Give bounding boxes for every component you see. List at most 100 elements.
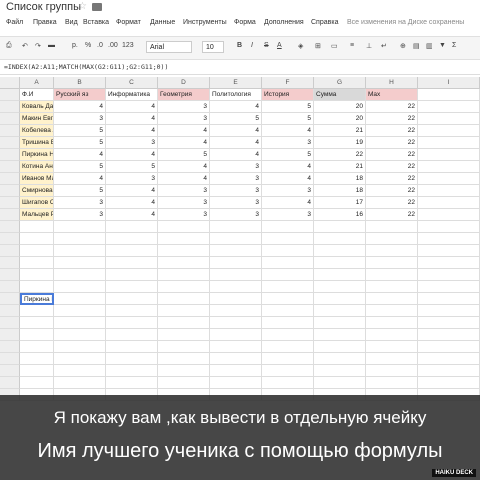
redo-icon[interactable]: ↷ [35,42,41,50]
cell[interactable] [314,245,366,257]
cell[interactable] [20,221,54,233]
cell[interactable] [158,257,210,269]
cell[interactable] [210,269,262,281]
value-cell[interactable]: 3 [210,197,262,209]
column-header-B[interactable]: B [54,77,106,89]
row-header[interactable] [0,89,20,101]
cell[interactable] [418,113,480,125]
folder-icon[interactable] [92,3,102,11]
row-header[interactable] [0,173,20,185]
cell[interactable] [262,269,314,281]
cell[interactable] [262,365,314,377]
value-cell[interactable]: 4 [106,185,158,197]
cell[interactable] [54,257,106,269]
value-cell[interactable]: 4 [210,101,262,113]
cell[interactable] [54,353,106,365]
name-cell[interactable]: Котина Аня [20,161,54,173]
cell[interactable] [418,149,480,161]
cell[interactable] [106,245,158,257]
cell[interactable] [20,353,54,365]
value-cell[interactable]: 4 [158,137,210,149]
menu-data[interactable]: Данные [150,19,175,26]
row-header[interactable] [0,149,20,161]
cell[interactable] [210,281,262,293]
value-cell[interactable]: 20 [314,113,366,125]
row-header[interactable] [0,269,20,281]
cell[interactable] [20,305,54,317]
cell[interactable] [106,353,158,365]
column-header-F[interactable]: F [262,77,314,89]
cell[interactable] [54,245,106,257]
cell[interactable] [158,329,210,341]
cell[interactable] [418,245,480,257]
value-cell[interactable]: 5 [158,149,210,161]
value-cell[interactable]: 5 [210,113,262,125]
cell[interactable] [418,209,480,221]
cell[interactable] [262,293,314,305]
value-cell[interactable]: 19 [314,137,366,149]
cell[interactable] [158,317,210,329]
value-cell[interactable]: 3 [158,209,210,221]
value-cell[interactable]: 4 [262,197,314,209]
row-header[interactable] [0,185,20,197]
cell[interactable] [158,269,210,281]
cell[interactable] [262,221,314,233]
header-cell[interactable]: История [262,89,314,101]
cell[interactable] [366,341,418,353]
header-cell[interactable]: Max [366,89,418,101]
cell[interactable] [418,257,480,269]
value-cell[interactable]: 22 [366,173,418,185]
undo-icon[interactable]: ↶ [22,42,28,50]
value-cell[interactable]: 5 [262,101,314,113]
value-cell[interactable]: 5 [54,161,106,173]
cell[interactable] [210,305,262,317]
value-cell[interactable]: 18 [314,185,366,197]
cell[interactable] [158,365,210,377]
menu-form[interactable]: Форма [234,19,256,26]
cell[interactable] [314,365,366,377]
font-size-select[interactable]: 10 [202,41,224,53]
cell[interactable] [262,329,314,341]
value-cell[interactable]: 5 [54,185,106,197]
name-cell[interactable]: Пиркина Настя [20,149,54,161]
value-cell[interactable]: 22 [366,209,418,221]
cell[interactable] [54,305,106,317]
value-cell[interactable]: 4 [210,149,262,161]
filter-icon[interactable]: ▼ [439,42,446,49]
cell[interactable] [106,293,158,305]
value-cell[interactable]: 22 [314,149,366,161]
value-cell[interactable]: 17 [314,197,366,209]
value-cell[interactable]: 4 [54,149,106,161]
cell[interactable] [366,377,418,389]
row-header[interactable] [0,353,20,365]
increase-decimal-button[interactable]: .00 [108,42,118,49]
value-cell[interactable]: 5 [262,113,314,125]
cell[interactable] [418,233,480,245]
cell[interactable] [54,365,106,377]
header-cell[interactable]: Политология [210,89,262,101]
cell[interactable] [418,377,480,389]
row-header[interactable] [0,281,20,293]
cell[interactable] [210,329,262,341]
cell[interactable] [158,377,210,389]
cell[interactable] [158,245,210,257]
value-cell[interactable]: 4 [262,173,314,185]
cell[interactable] [418,281,480,293]
row-header[interactable] [0,197,20,209]
percent-button[interactable]: % [85,42,91,49]
name-cell[interactable]: Мальцев Рома [20,209,54,221]
italic-button[interactable]: I [251,42,253,49]
header-cell[interactable]: Информатика [106,89,158,101]
value-cell[interactable]: 4 [106,125,158,137]
cell[interactable] [314,233,366,245]
cell[interactable] [366,245,418,257]
cell[interactable] [210,317,262,329]
cell[interactable] [54,329,106,341]
menu-help[interactable]: Справка [311,19,338,26]
row-header[interactable] [0,365,20,377]
cell[interactable] [210,377,262,389]
paint-format-icon[interactable]: ▬ [48,42,55,49]
cell[interactable] [314,221,366,233]
value-cell[interactable]: 3 [54,197,106,209]
value-cell[interactable]: 3 [210,161,262,173]
